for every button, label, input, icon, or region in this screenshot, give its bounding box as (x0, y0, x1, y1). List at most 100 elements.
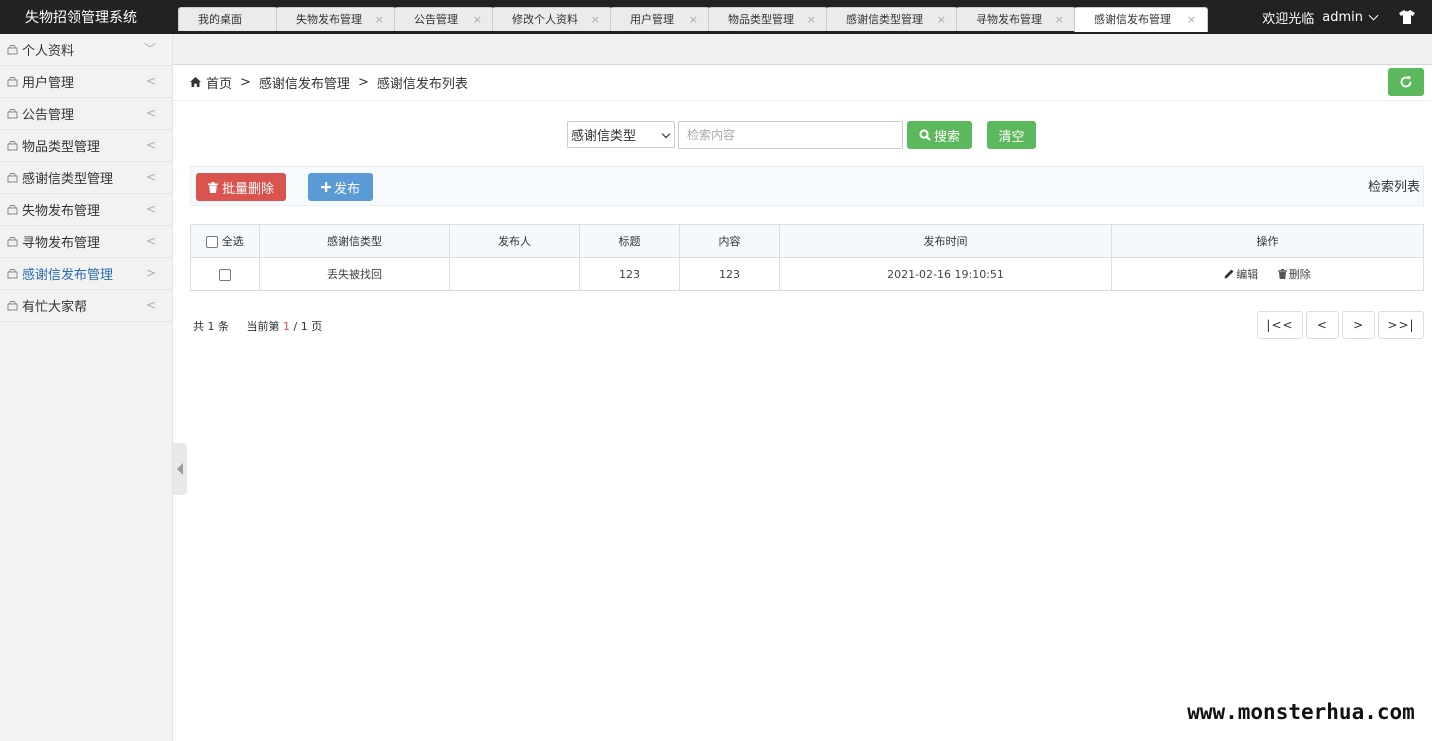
col-header: 标题 (579, 224, 680, 258)
folder-icon (7, 205, 18, 215)
close-icon[interactable]: × (473, 13, 482, 26)
cell-type: 丢失被找回 (259, 257, 450, 291)
close-icon[interactable]: × (1055, 13, 1064, 26)
folder-icon (7, 173, 18, 183)
sidebar-item-search-posts[interactable]: 寻物发布管理 < (0, 226, 172, 258)
breadcrumb: 首页 > 感谢信发布管理 > 感谢信发布列表 (190, 73, 468, 92)
prev-page-button[interactable]: < (1306, 311, 1339, 339)
breadcrumb-level1[interactable]: 感谢信发布管理 (259, 73, 350, 92)
sidebar-item-label: 公告管理 (22, 108, 75, 123)
page-count: 1 (300, 320, 308, 333)
publish-button[interactable]: 发布 (308, 173, 373, 201)
clear-button-label: 清空 (998, 129, 1025, 145)
chevron-left-icon: < (145, 202, 156, 216)
sidebar-item-label: 感谢信类型管理 (22, 172, 114, 187)
sidebar-item-letter-types[interactable]: 感谢信类型管理 < (0, 162, 172, 194)
edit-label: 编辑 (1236, 268, 1259, 281)
sidebar-item-item-types[interactable]: 物品类型管理 < (0, 130, 172, 162)
breadcrumb-separator: > (240, 74, 251, 90)
divider (173, 100, 1432, 101)
sidebar-item-letter-posts[interactable]: 感谢信发布管理 > (0, 258, 172, 290)
chevron-left-icon: < (145, 106, 156, 120)
skin-shirt-icon[interactable] (1399, 10, 1415, 24)
user-menu[interactable]: admin (1322, 9, 1379, 25)
tab-users[interactable]: 用户管理 × (630, 7, 710, 31)
watermark: www.monsterhua.com (1170, 683, 1432, 741)
sidebar-collapse-handle[interactable] (173, 443, 187, 495)
search-button-label: 搜索 (933, 129, 960, 145)
trash-icon (207, 181, 218, 193)
close-icon[interactable]: × (375, 13, 384, 26)
tab-my-desktop[interactable]: 我的桌面 (198, 7, 268, 31)
sidebar-item-lost-posts[interactable]: 失物发布管理 < (0, 194, 172, 226)
select-all-header[interactable]: 全选 (190, 224, 260, 258)
sidebar-item-label: 个人资料 (22, 44, 75, 59)
chevron-left-icon: < (145, 170, 156, 184)
home-icon (190, 77, 201, 87)
sidebar-item-profile[interactable]: 个人资料 ﹀ (0, 34, 172, 66)
tab-label: 物品类型管理 (728, 13, 794, 26)
select-all-checkbox[interactable] (206, 236, 219, 248)
total-suffix: 条 (218, 320, 229, 333)
chevron-left-icon: < (145, 298, 156, 312)
tab-label: 用户管理 (630, 13, 674, 26)
tab-letter-types[interactable]: 感谢信类型管理 × (846, 7, 958, 31)
tab-letter-posts[interactable]: 感谢信发布管理 × (1094, 7, 1208, 31)
pages-suffix: 页 (311, 320, 323, 333)
row-checkbox[interactable] (219, 268, 231, 281)
row-select-cell (190, 257, 260, 291)
data-table: 全选 感谢信类型 发布人 标题 内容 发布时间 操作 丢失被找回 123 123… (190, 224, 1424, 291)
list-title: 检索列表 (1367, 180, 1420, 195)
last-page-button[interactable]: >>| (1378, 311, 1424, 339)
close-icon[interactable]: × (689, 13, 698, 26)
trash-icon (1277, 269, 1287, 279)
tab-lost-posts[interactable]: 失物发布管理 × (296, 7, 396, 31)
batch-delete-button[interactable]: 批量删除 (196, 173, 286, 201)
user-area: 欢迎光临 admin (1262, 0, 1432, 34)
close-icon[interactable]: × (807, 13, 816, 26)
total-count: 1 (207, 320, 215, 333)
sidebar-item-help[interactable]: 有忙大家帮 < (0, 290, 172, 322)
pagination-info: 共 1 条 当前第 1 / 1 页 (193, 318, 322, 334)
clear-button[interactable]: 清空 (987, 121, 1036, 149)
cell-time: 2021-02-16 19:10:51 (779, 257, 1112, 291)
plus-icon (320, 182, 331, 192)
close-icon[interactable]: × (937, 13, 946, 26)
folder-icon (7, 109, 18, 119)
total-prefix: 共 (193, 320, 204, 333)
breadcrumb-separator: > (357, 74, 369, 90)
tab-label: 失物发布管理 (296, 13, 362, 26)
sidebar-item-notices[interactable]: 公告管理 < (0, 98, 172, 130)
type-select[interactable]: 感谢信类型 (567, 121, 675, 148)
folder-icon (7, 301, 18, 311)
tab-item-types[interactable]: 物品类型管理 × (728, 7, 828, 31)
close-icon[interactable]: × (591, 13, 600, 26)
tab-label: 感谢信类型管理 (846, 13, 923, 26)
refresh-button[interactable] (1388, 68, 1424, 96)
publish-label: 发布 (333, 181, 360, 197)
pencil-icon (1224, 269, 1234, 279)
cell-actions: 编辑 删除 (1111, 257, 1424, 291)
edit-link[interactable]: 编辑 (1224, 266, 1258, 282)
tab-edit-profile[interactable]: 修改个人资料 × (512, 7, 612, 31)
search-input[interactable] (678, 121, 903, 149)
first-page-button[interactable]: |<< (1257, 311, 1303, 339)
welcome-text: 欢迎光临 (1262, 11, 1315, 27)
breadcrumb-home[interactable]: 首页 (206, 73, 232, 92)
next-page-button[interactable]: > (1342, 311, 1375, 339)
col-header: 发布人 (449, 224, 580, 258)
tab-search-posts[interactable]: 寻物发布管理 × (976, 7, 1076, 31)
search-button[interactable]: 搜索 (907, 121, 972, 149)
close-icon[interactable]: × (1187, 13, 1196, 26)
user-name: admin (1322, 9, 1363, 25)
sidebar-item-label: 失物发布管理 (22, 204, 101, 219)
sidebar-item-users[interactable]: 用户管理 < (0, 66, 172, 98)
delete-link[interactable]: 删除 (1277, 266, 1311, 282)
tab-label: 我的桌面 (198, 13, 242, 26)
chevron-down-icon: ﹀ (143, 42, 156, 56)
tab-notices[interactable]: 公告管理 × (414, 7, 494, 31)
table-row: 丢失被找回 123 123 2021-02-16 19:10:51 编辑 删除 (190, 257, 1424, 291)
col-header: 感谢信类型 (259, 224, 450, 258)
folder-icon (7, 269, 18, 279)
table-header-row: 全选 感谢信类型 发布人 标题 内容 发布时间 操作 (190, 224, 1424, 258)
